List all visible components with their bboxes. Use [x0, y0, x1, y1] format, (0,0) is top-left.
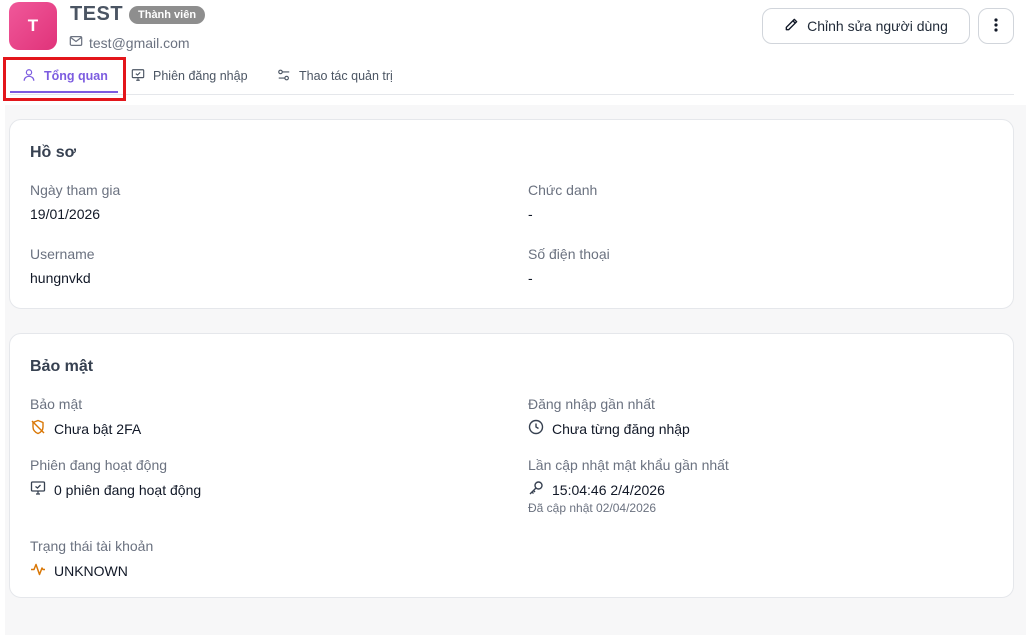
more-vertical-icon [994, 17, 998, 35]
password-update-value: 15:04:46 2/4/2026 [528, 480, 665, 499]
user-name: TEST [70, 3, 124, 25]
avatar: T [9, 2, 57, 50]
tab-bar: Tổng quan Phiên đăng nhập Thao tác quản … [10, 58, 1014, 95]
active-sessions-value: 0 phiên đang hoạt động [30, 480, 201, 499]
phone-value: - [528, 270, 533, 286]
edit-user-label: Chỉnh sửa người dùng [807, 18, 948, 34]
tab-login-sessions-label: Phiên đăng nhập [153, 69, 248, 83]
profile-card: Hồ sơ Ngày tham gia 19/01/2026 Chức danh… [9, 119, 1014, 309]
user-email: test@gmail.com [89, 34, 190, 51]
shield-off-icon [30, 419, 46, 438]
phone-label: Số điện thoại [528, 246, 610, 262]
tab-admin-actions-label: Thao tác quản trị [299, 69, 393, 83]
avatar-initial: T [27, 16, 39, 35]
monitor-icon [131, 68, 145, 85]
mail-icon [69, 34, 83, 51]
monitor-icon [30, 480, 46, 499]
highlight-annotation [3, 57, 126, 101]
more-options-button[interactable] [978, 8, 1014, 44]
key-icon [528, 480, 544, 499]
tab-admin-actions[interactable]: Thao tác quản trị [277, 58, 393, 94]
join-date-value: 19/01/2026 [30, 206, 101, 222]
activity-icon [30, 561, 46, 580]
security-title: Bảo mật [30, 358, 94, 375]
job-title-value: - [528, 206, 533, 222]
join-date-label: Ngày tham gia [30, 182, 121, 198]
profile-title: Hồ sơ [30, 144, 77, 161]
pencil-icon [784, 17, 799, 35]
last-login-label: Đăng nhập gần nhất [528, 396, 655, 412]
email-row: test@gmail.com [69, 34, 190, 51]
last-login-value: Chưa từng đăng nhập [528, 419, 690, 438]
security-card: Bảo mật Bảo mật Chưa bật 2FA Đăng nhập g… [9, 333, 1014, 598]
active-sessions-label: Phiên đang hoạt động [30, 457, 168, 473]
tab-login-sessions[interactable]: Phiên đăng nhập [131, 58, 248, 94]
role-badge: Thành viên [129, 6, 206, 24]
job-title-label: Chức danh [528, 182, 598, 198]
clock-icon [528, 419, 544, 438]
username-value: hungnvkd [30, 270, 91, 286]
username-label: Username [30, 246, 95, 262]
edit-user-button[interactable]: Chỉnh sửa người dùng [762, 8, 970, 44]
account-status-value: UNKNOWN [30, 561, 128, 580]
security-label: Bảo mật [30, 396, 83, 412]
account-status-label: Trạng thái tài khoản [30, 538, 154, 554]
settings-sliders-icon [277, 68, 291, 85]
password-update-label: Lần cập nhật mật khẩu gần nhất [528, 457, 729, 473]
security-value: Chưa bật 2FA [30, 419, 141, 438]
password-update-sub: Đã cập nhật 02/04/2026 [528, 501, 657, 515]
